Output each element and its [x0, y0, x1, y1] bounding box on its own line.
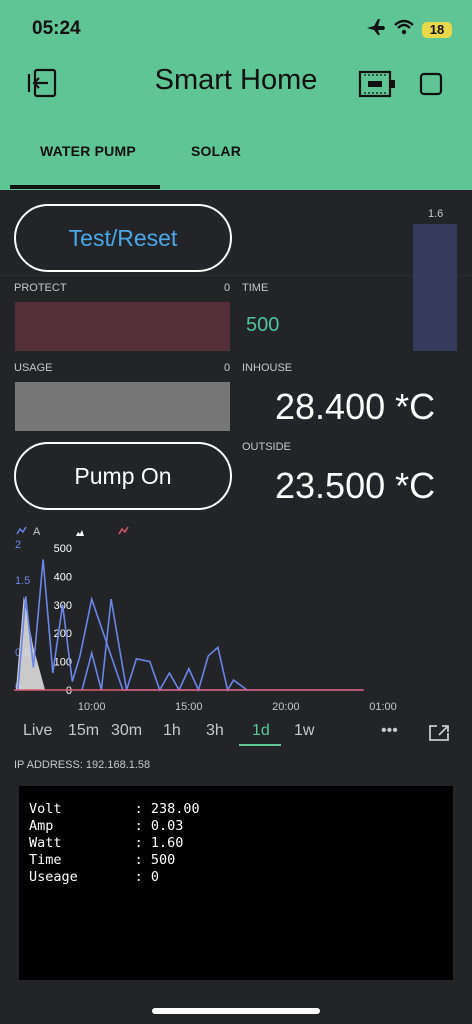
terminal-value: 1.60 [150, 835, 184, 851]
terminal-key: Watt : [29, 835, 151, 851]
usage-level-bar [15, 382, 230, 431]
status-time: 05:24 [32, 18, 81, 39]
right-axis-tick: 0 [66, 685, 72, 697]
terminal-row: Useage : 0 [29, 869, 159, 886]
time-value: 500 [246, 314, 280, 336]
legend-series-icon[interactable] [76, 530, 84, 536]
x-axis-tick: 10:00 [78, 701, 106, 713]
range-3h[interactable]: 3h [206, 722, 224, 740]
test-reset-button[interactable]: Test/Reset [14, 204, 232, 272]
protect-level-bar [15, 302, 230, 351]
usage-label: USAGE [14, 362, 53, 374]
app-title: Smart Home [154, 64, 318, 96]
more-options-button[interactable]: ••• [381, 722, 398, 740]
tab-water-pump[interactable]: WATER PUMP [40, 143, 136, 159]
series-line-1[interactable] [81, 598, 248, 693]
export-icon[interactable] [428, 724, 450, 747]
terminal-row: Time : 500 [29, 852, 175, 869]
protect-label: PROTECT [14, 282, 67, 294]
right-axis-tick: 500 [54, 543, 72, 555]
left-axis-tick: 1.5 [15, 575, 30, 587]
terminal-row: Watt : 1.60 [29, 835, 183, 852]
outside-label: OUTSIDE [242, 441, 291, 453]
superchart[interactable]: A 21.50.50500400300200100010:0015:0020:0… [0, 520, 472, 720]
vertical-level-bar [413, 224, 457, 351]
right-axis-tick: 200 [54, 628, 72, 640]
range-1w[interactable]: 1w [294, 722, 314, 740]
test-reset-label: Test/Reset [68, 224, 178, 251]
inhouse-temperature: 28.400 *C [275, 386, 436, 427]
terminal-value: 238.00 [150, 801, 200, 817]
pump-on-label: Pump On [74, 462, 172, 489]
terminal-key: Amp : [29, 818, 151, 834]
outside-temperature: 23.500 *C [275, 465, 436, 506]
home-indicator[interactable] [152, 1008, 320, 1014]
status-icons: 18 [366, 18, 452, 41]
wifi-icon [394, 19, 414, 40]
divider [0, 275, 472, 276]
active-tab-indicator [10, 185, 160, 189]
range-1h[interactable]: 1h [163, 722, 181, 740]
range-30m[interactable]: 30m [111, 722, 142, 740]
terminal-row: Volt : 238.00 [29, 801, 200, 818]
airplane-icon [366, 18, 386, 41]
terminal-display[interactable]: Volt : 238.00 Amp : 0.03 Watt : 1.60 Time :… [19, 786, 453, 980]
legend-series-icon[interactable] [118, 526, 129, 535]
range-15m[interactable]: 15m [68, 722, 99, 740]
usage-value: 0 [224, 362, 231, 374]
terminal-value: 500 [150, 852, 176, 868]
device-icon[interactable] [358, 70, 396, 103]
range-1d[interactable]: 1d [252, 722, 270, 740]
legend-label-a: A [33, 526, 41, 538]
terminal-value: 0.03 [150, 818, 184, 834]
terminal-value: 0 [150, 869, 160, 885]
tab-solar[interactable]: SOLAR [191, 143, 241, 159]
left-axis-tick: 2 [15, 539, 21, 551]
protect-value: 0 [224, 282, 231, 294]
terminal-row: Amp : 0.03 [29, 818, 183, 835]
terminal-key: Useage : [29, 869, 151, 885]
range-active-underline [239, 744, 281, 746]
legend-series-icon[interactable] [16, 526, 27, 535]
time-label: TIME [242, 282, 269, 294]
range-Live[interactable]: Live [23, 722, 52, 740]
stop-square-icon[interactable] [419, 72, 443, 101]
x-axis-tick: 20:00 [272, 701, 300, 713]
terminal-key: Time : [29, 852, 151, 868]
vertical-bar-value: 1.6 [428, 208, 444, 220]
ip-address: IP ADDRESS: 192.168.1.58 [14, 759, 151, 771]
battery-indicator: 18 [422, 21, 452, 38]
x-axis-tick: 01:00 [369, 701, 397, 713]
pump-on-button[interactable]: Pump On [14, 442, 232, 510]
inhouse-label: INHOUSE [242, 362, 293, 374]
right-axis-tick: 400 [54, 571, 72, 583]
terminal-key: Volt : [29, 801, 151, 817]
x-axis-tick: 15:00 [175, 701, 203, 713]
